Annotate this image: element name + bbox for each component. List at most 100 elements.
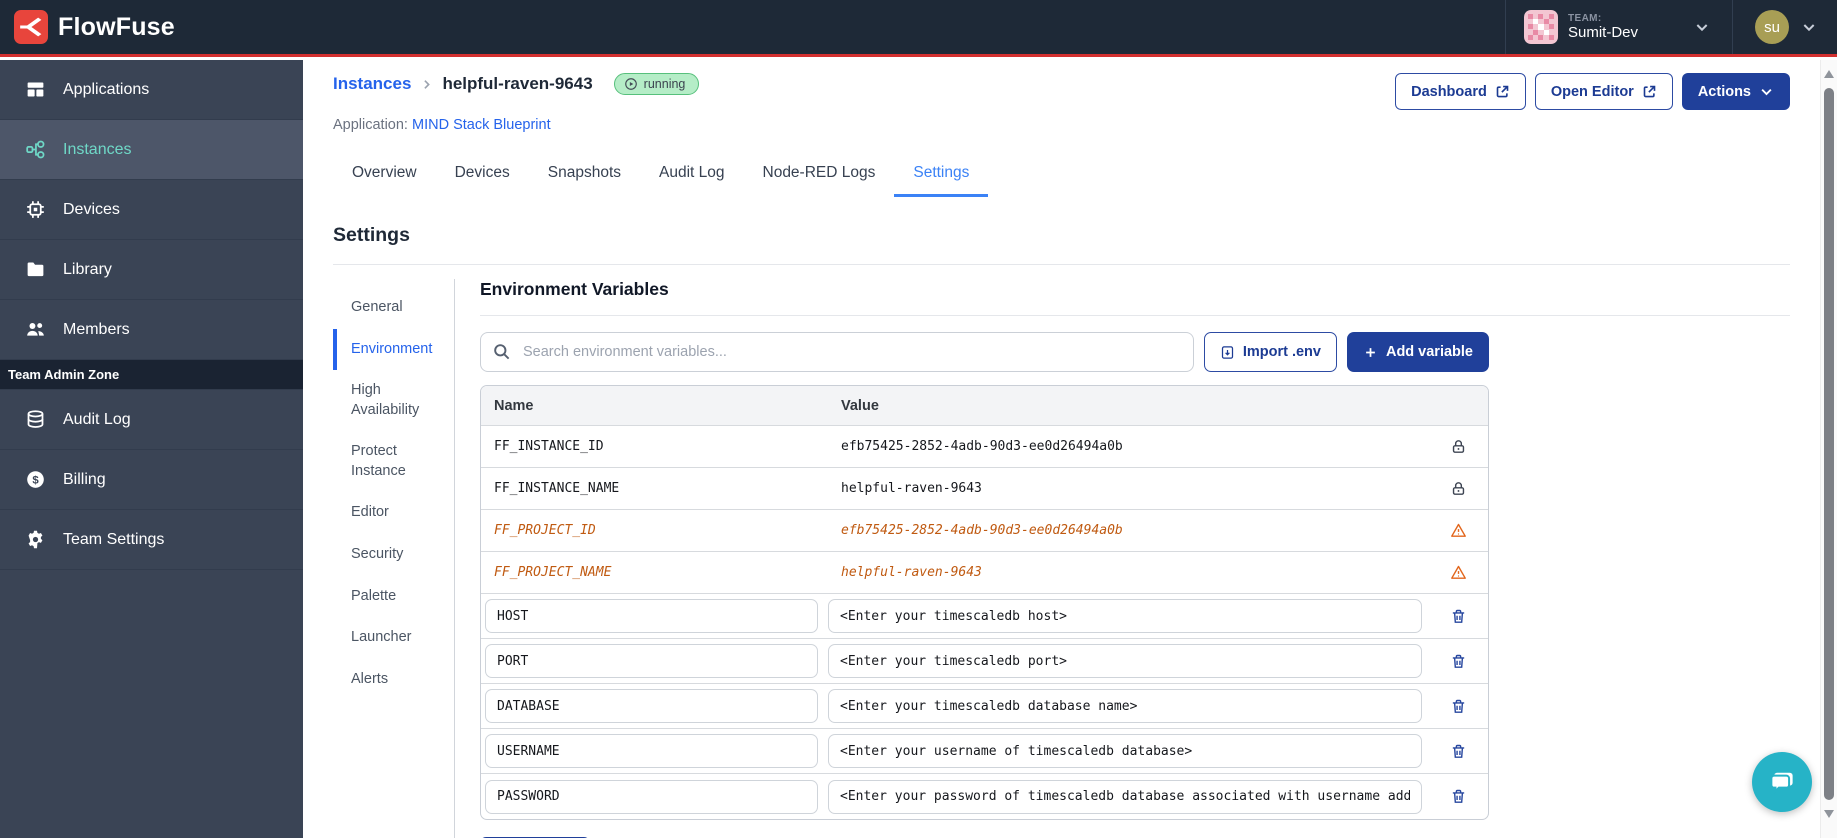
scrollbar-down-arrow[interactable] (1824, 810, 1834, 818)
trash-icon (1452, 789, 1464, 803)
chat-widget-button[interactable] (1752, 752, 1812, 812)
column-header-name: Name (494, 397, 534, 414)
import-env-button[interactable]: Import .env (1203, 332, 1337, 372)
add-variable-button[interactable]: Add variable (1346, 332, 1489, 372)
subnav-launcher[interactable]: Launcher (333, 617, 454, 659)
table-row (481, 729, 1488, 774)
breadcrumb-instances-link[interactable]: Instances (333, 74, 411, 94)
table-row (481, 774, 1488, 819)
tab-settings[interactable]: Settings (894, 154, 989, 197)
database-icon (27, 410, 44, 428)
settings-heading: Settings (333, 224, 1790, 265)
team-selector[interactable]: TEAM: Sumit-Dev (1504, 0, 1732, 54)
open-editor-button[interactable]: Open Editor (1534, 73, 1673, 110)
actions-button[interactable]: Actions (1681, 73, 1790, 110)
trash-icon (1452, 744, 1464, 758)
delete-variable-button[interactable] (1450, 698, 1467, 715)
svg-text:$: $ (32, 474, 39, 486)
subnav-protect-instance[interactable]: Protect Instance (333, 431, 454, 492)
tab-devices[interactable]: Devices (436, 154, 529, 197)
top-header: FlowFuse TEAM: Sumit-Dev su (0, 0, 1837, 57)
tab-node-red-logs[interactable]: Node-RED Logs (744, 154, 895, 197)
env-value-input[interactable] (828, 644, 1422, 678)
chevron-down-icon (1761, 88, 1772, 96)
chat-bubbles-icon (1770, 772, 1793, 794)
sidebar-item-billing[interactable]: $ Billing (0, 450, 303, 510)
team-label: TEAM: (1567, 12, 1602, 24)
table-header-row: Name Value (481, 386, 1488, 426)
delete-variable-button[interactable] (1450, 743, 1467, 760)
env-name-input[interactable] (485, 779, 818, 814)
sidebar: Applications Instances Devices Library M… (0, 60, 303, 838)
delete-variable-button[interactable] (1450, 788, 1467, 805)
lock-icon (1452, 482, 1464, 495)
tab-snapshots[interactable]: Snapshots (529, 154, 640, 197)
trash-icon (1452, 654, 1464, 668)
table-row: FF_PROJECT_NAME helpful-raven-9643 (481, 552, 1488, 594)
env-name-input[interactable] (485, 644, 818, 678)
delete-variable-button[interactable] (1450, 653, 1467, 670)
subnav-alerts[interactable]: Alerts (333, 659, 454, 701)
sidebar-item-instances[interactable]: Instances (0, 120, 303, 180)
env-value-input[interactable] (828, 689, 1422, 723)
env-value-input[interactable] (828, 599, 1422, 633)
main-content: Instances helpful-raven-9643 running Das… (303, 60, 1820, 838)
instance-tabs: Overview Devices Snapshots Audit Log Nod… (333, 154, 1790, 197)
table-row (481, 684, 1488, 729)
table-row: FF_PROJECT_ID efb75425-2852-4adb-90d3-ee… (481, 510, 1488, 552)
users-icon (27, 323, 44, 336)
environment-panel: Environment Variables Import .env Add va… (455, 279, 1790, 838)
dashboard-button[interactable]: Dashboard (1395, 73, 1526, 110)
subnav-environment[interactable]: Environment (333, 328, 454, 371)
application-link[interactable]: MIND Stack Blueprint (412, 117, 551, 133)
warning-icon (1450, 565, 1466, 579)
application-line: Application: MIND Stack Blueprint (333, 117, 551, 133)
sidebar-item-applications[interactable]: Applications (0, 60, 303, 120)
search-input[interactable] (480, 332, 1194, 372)
scrollbar-up-arrow[interactable] (1824, 70, 1834, 78)
user-avatar: su (1755, 10, 1789, 44)
env-value-input[interactable] (828, 734, 1422, 768)
delete-variable-button[interactable] (1450, 608, 1467, 625)
brand[interactable]: FlowFuse (0, 10, 175, 44)
env-name-input[interactable] (485, 734, 818, 768)
tab-overview[interactable]: Overview (333, 154, 436, 197)
tab-audit-log[interactable]: Audit Log (640, 154, 744, 197)
scrollbar-thumb[interactable] (1824, 88, 1834, 800)
search-icon (494, 344, 510, 360)
subnav-high-availability[interactable]: High Availability (333, 370, 454, 431)
brand-name: FlowFuse (58, 12, 175, 41)
chevron-down-icon (1803, 24, 1815, 32)
user-menu[interactable]: su (1732, 0, 1837, 54)
external-link-icon (1496, 85, 1509, 98)
env-name-input[interactable] (485, 599, 818, 633)
vertical-scrollbar (1820, 60, 1837, 838)
env-value-input[interactable] (828, 779, 1422, 814)
subnav-security[interactable]: Security (333, 534, 454, 576)
chevron-right-icon (424, 79, 431, 89)
applications-icon (27, 82, 44, 97)
trash-icon (1452, 699, 1464, 713)
subnav-general[interactable]: General (333, 287, 454, 329)
plus-icon (1366, 347, 1375, 357)
sidebar-item-team-settings[interactable]: Team Settings (0, 510, 303, 570)
env-name-input[interactable] (485, 689, 818, 723)
table-row (481, 639, 1488, 684)
chevron-down-icon (1696, 24, 1708, 32)
subnav-editor[interactable]: Editor (333, 492, 454, 534)
sidebar-item-members[interactable]: Members (0, 300, 303, 360)
sidebar-item-library[interactable]: Library (0, 240, 303, 300)
sidebar-item-devices[interactable]: Devices (0, 180, 303, 240)
sidebar-item-audit-log[interactable]: Audit Log (0, 390, 303, 450)
settings-subnav: General Environment High Availability Pr… (333, 279, 455, 838)
table-row: FF_INSTANCE_NAME helpful-raven-9643 (481, 468, 1488, 510)
sidebar-section-team-admin-zone: Team Admin Zone (0, 360, 303, 390)
status-badge: running (613, 73, 700, 95)
gear-icon (28, 530, 43, 549)
environment-heading: Environment Variables (480, 279, 1790, 316)
document-download-icon (1221, 345, 1233, 359)
team-name: Sumit-Dev (1567, 24, 1638, 42)
subnav-palette[interactable]: Palette (333, 576, 454, 618)
env-variables-table: Name Value FF_INSTANCE_ID efb75425-2852-… (480, 385, 1489, 820)
table-row (481, 594, 1488, 639)
